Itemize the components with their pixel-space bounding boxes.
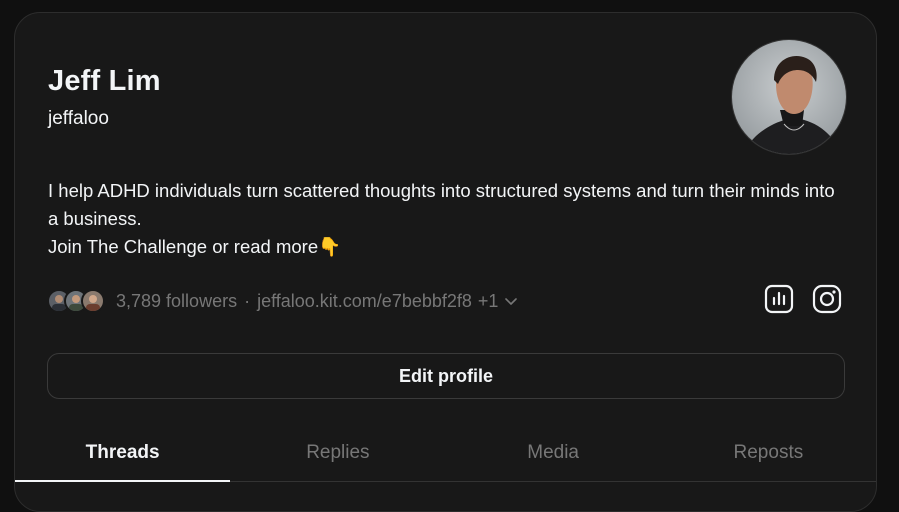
bar-chart-icon[interactable] bbox=[763, 283, 795, 315]
follower-avatar bbox=[81, 289, 105, 313]
instagram-icon[interactable] bbox=[811, 283, 843, 315]
meta-separator: · bbox=[244, 290, 251, 311]
follower-avatars[interactable] bbox=[47, 289, 105, 313]
tab-reposts[interactable]: Reposts bbox=[661, 425, 876, 481]
profile-handle: jeffaloo bbox=[48, 108, 109, 129]
followers-count[interactable]: 3,789 followers bbox=[116, 291, 237, 312]
tab-threads[interactable]: Threads bbox=[15, 425, 231, 482]
bio-link-line[interactable]: Join The Challenge or read more👇 bbox=[48, 233, 838, 261]
edit-profile-button[interactable]: Edit profile bbox=[47, 353, 845, 399]
avatar-image bbox=[732, 40, 846, 154]
tab-replies[interactable]: Replies bbox=[230, 425, 445, 481]
bio-line: I help ADHD individuals turn scattered t… bbox=[48, 180, 835, 229]
avatar[interactable] bbox=[731, 39, 847, 155]
more-links[interactable]: +1 bbox=[478, 291, 499, 312]
profile-icon-actions bbox=[763, 283, 843, 315]
profile-meta: 3,789 followers · jeffaloo.kit.com/e7beb… bbox=[47, 287, 518, 315]
profile-bio: I help ADHD individuals turn scattered t… bbox=[48, 177, 838, 261]
profile-name: Jeff Lim bbox=[48, 65, 161, 97]
profile-link[interactable]: jeffaloo.kit.com/e7bebbf2f8 bbox=[257, 291, 472, 312]
profile-card: Jeff Lim jeffaloo I help ADHD individual… bbox=[14, 12, 877, 512]
chevron-down-icon[interactable] bbox=[504, 294, 518, 308]
profile-tabs: Threads Replies Media Reposts bbox=[15, 425, 876, 482]
tab-media[interactable]: Media bbox=[446, 425, 661, 481]
